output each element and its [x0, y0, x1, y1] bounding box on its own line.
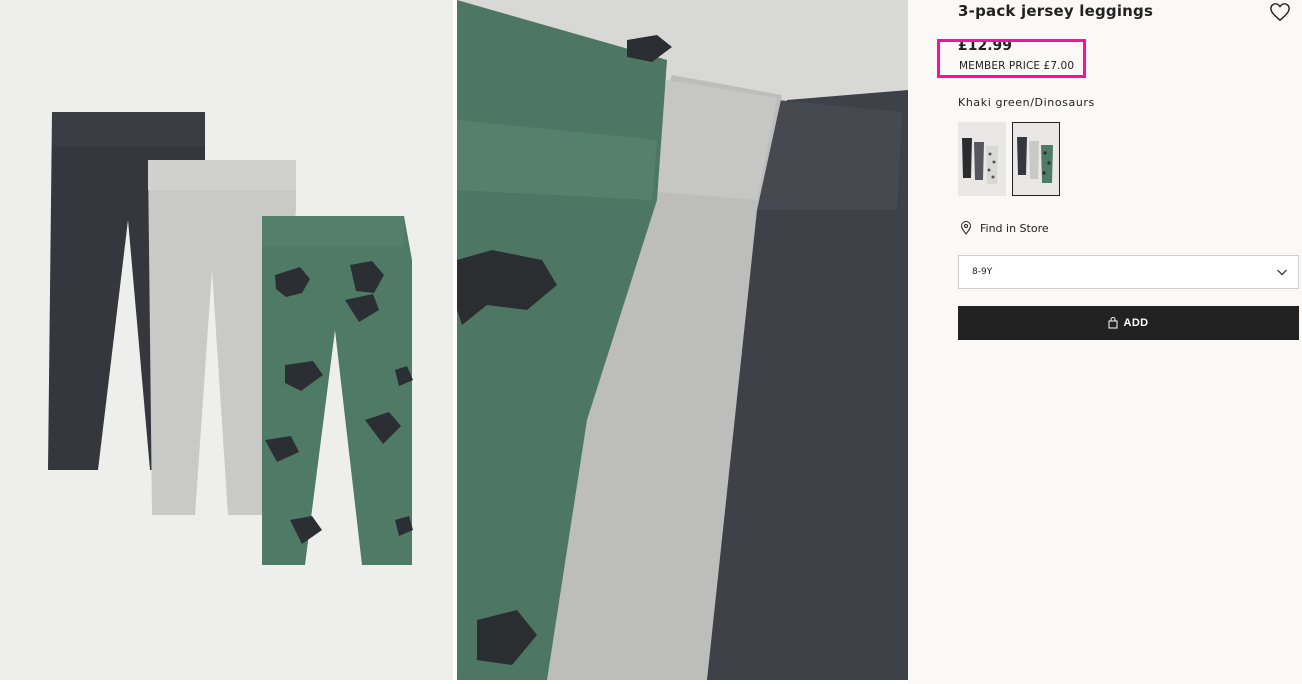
product-image-main[interactable] — [0, 0, 453, 680]
highlight-box — [937, 39, 1086, 78]
product-gallery — [0, 0, 910, 680]
heart-icon[interactable] — [1269, 2, 1291, 22]
chevron-down-icon — [1277, 269, 1287, 276]
shopping-bag-icon — [1108, 317, 1118, 329]
swatch-thumbnail — [1013, 123, 1059, 195]
selected-color-label: Khaki green/Dinosaurs — [958, 96, 1095, 109]
leggings-flatlay-illustration — [0, 0, 453, 680]
product-title: 3-pack jersey leggings — [958, 2, 1154, 20]
add-to-bag-button[interactable]: ADD — [958, 306, 1299, 340]
color-swatch-black-grey[interactable] — [958, 122, 1006, 196]
location-pin-icon — [960, 221, 972, 235]
size-selected-value: 8-9Y — [972, 267, 993, 277]
add-button-label: ADD — [1123, 317, 1149, 329]
find-in-store-link[interactable]: Find in Store — [960, 221, 1049, 235]
product-image-detail[interactable] — [457, 0, 908, 680]
color-swatch-khaki-green-dinosaurs[interactable] — [1012, 122, 1060, 196]
product-details-panel: 3-pack jersey leggings £12.99 MEMBER PRI… — [908, 0, 1302, 684]
size-select[interactable]: 8-9Y — [958, 255, 1299, 289]
leggings-closeup-illustration — [457, 0, 908, 680]
swatch-thumbnail — [958, 122, 1006, 196]
find-in-store-label: Find in Store — [980, 221, 1049, 235]
